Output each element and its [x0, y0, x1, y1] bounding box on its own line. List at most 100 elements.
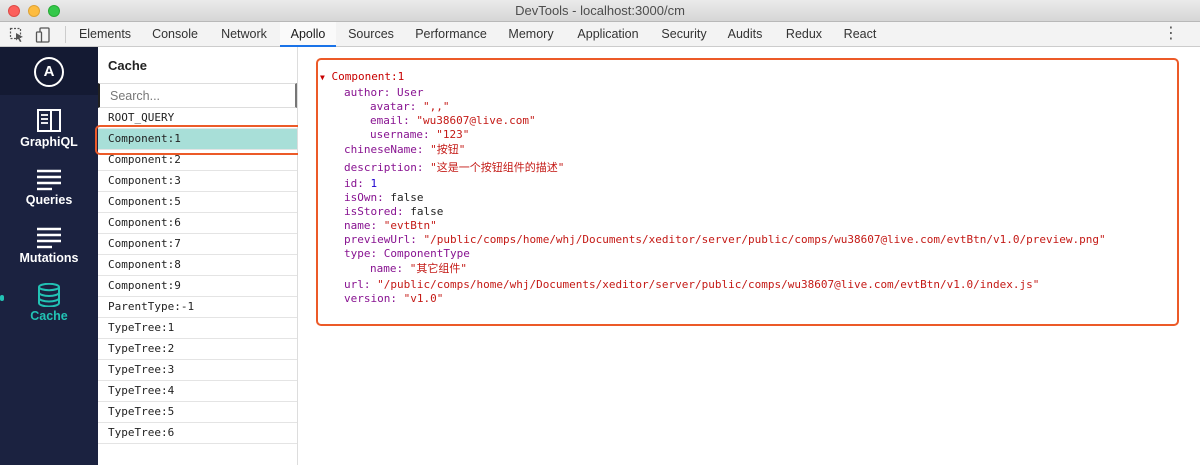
tree-row-username: username: "123" — [370, 128, 469, 142]
apollo-sidebar: A GraphiQL Queries Mutations Cache — [0, 47, 98, 465]
field-type[interactable]: User — [397, 86, 424, 99]
devtools-tab-bar: Elements Console Network Apollo Sources … — [0, 22, 1200, 47]
tree-row-id: id: 1 — [344, 177, 377, 191]
sidebar-item-label: Mutations — [19, 251, 79, 265]
cache-item[interactable]: Component:7 — [98, 234, 297, 255]
field-value: "123" — [436, 128, 470, 141]
cache-panel-title: Cache — [108, 58, 148, 73]
cache-item[interactable]: Component:5 — [98, 192, 297, 213]
field-key: avatar: — [370, 100, 417, 113]
tree-row-author: author: User — [344, 86, 423, 100]
cache-item[interactable]: TypeTree:5 — [98, 402, 297, 423]
expand-triangle-icon[interactable]: ▼ — [320, 73, 325, 82]
field-key: previewUrl: — [344, 233, 417, 246]
minimize-window-button[interactable] — [28, 5, 40, 17]
cache-panel: Cache ROOT_QUERY Component:1 Component:2… — [98, 47, 298, 465]
tab-redux[interactable]: Redux — [776, 22, 832, 47]
tab-performance[interactable]: Performance — [406, 22, 496, 47]
tab-react[interactable]: React — [836, 22, 884, 47]
field-key: email: — [370, 114, 410, 127]
field-value: "evtBtn" — [383, 219, 437, 232]
window-title-bar: DevTools - localhost:3000/cm — [0, 0, 1200, 22]
close-window-button[interactable] — [8, 5, 20, 17]
field-key: version: — [344, 292, 397, 305]
field-value: "v1.0" — [403, 292, 444, 305]
sidebar-item-label: Cache — [30, 309, 68, 323]
tab-application[interactable]: Application — [566, 22, 650, 47]
field-value: "这是一个按钮组件的描述" — [430, 161, 565, 174]
field-value: false — [410, 205, 444, 218]
device-toggle-icon[interactable] — [35, 27, 51, 43]
field-key: description: — [344, 161, 424, 174]
sidebar-item-label: GraphiQL — [20, 135, 78, 149]
window-title: DevTools - localhost:3000/cm — [515, 3, 685, 18]
field-value: "/public/comps/home/whj/Documents/xedito… — [423, 233, 1106, 246]
sidebar-item-queries[interactable]: Queries — [0, 159, 98, 217]
database-icon — [38, 283, 60, 307]
field-key: isStored: — [344, 205, 404, 218]
tree-row-type: type: ComponentType — [344, 247, 470, 261]
tab-elements[interactable]: Elements — [72, 22, 138, 47]
tree-row-url: url: "/public/comps/home/whj/Documents/x… — [344, 278, 1039, 292]
cursor-select-icon[interactable] — [9, 27, 25, 43]
cache-item[interactable]: TypeTree:2 — [98, 339, 297, 360]
tab-sources[interactable]: Sources — [340, 22, 402, 47]
tree-row-name: name: "evtBtn" — [344, 219, 437, 233]
sidebar-item-label: Queries — [25, 193, 73, 207]
tree-root-row[interactable]: ▼ Component:1 — [320, 70, 404, 84]
cache-item[interactable]: TypeTree:6 — [98, 423, 297, 444]
apollo-logo: A — [0, 47, 98, 95]
vertical-ellipsis-icon[interactable]: ⋮ — [1163, 25, 1179, 43]
tab-memory[interactable]: Memory — [500, 22, 562, 47]
field-value: "/public/comps/home/whj/Documents/xedito… — [377, 278, 1040, 291]
tree-row-avatar: avatar: "‚‚" — [370, 100, 449, 114]
mutations-icon — [37, 227, 61, 249]
toolbar-divider — [65, 26, 66, 43]
field-key: isOwn: — [344, 191, 384, 204]
field-key: name: — [344, 219, 378, 232]
field-key: author: — [344, 86, 391, 99]
field-key: type: — [344, 247, 378, 260]
tree-row-version: version: "v1.0" — [344, 292, 443, 306]
field-value: false — [390, 191, 424, 204]
field-key: name: — [370, 262, 404, 275]
cache-item[interactable]: Component:3 — [98, 171, 297, 192]
tab-apollo[interactable]: Apollo — [280, 22, 336, 47]
sidebar-item-graphiql[interactable]: GraphiQL — [0, 101, 98, 159]
selection-highlight-annotation — [95, 125, 305, 155]
search-input[interactable] — [98, 83, 297, 108]
apollo-logo-icon: A — [34, 57, 64, 87]
field-value: 1 — [370, 177, 378, 190]
tree-row-isstored: isStored: false — [344, 205, 443, 219]
zoom-window-button[interactable] — [48, 5, 60, 17]
cache-item[interactable]: TypeTree:3 — [98, 360, 297, 381]
graphiql-icon — [37, 109, 61, 132]
sidebar-item-cache[interactable]: Cache — [0, 275, 98, 333]
field-key: chineseName: — [344, 143, 424, 156]
cache-item[interactable]: Component:8 — [98, 255, 297, 276]
tab-audits[interactable]: Audits — [718, 22, 772, 47]
field-value: "‚‚" — [422, 100, 450, 113]
tree-row-type-name: name: "其它组件" — [370, 262, 467, 276]
tree-row-previewurl: previewUrl: "/public/comps/home/whj/Docu… — [344, 233, 1106, 247]
field-type[interactable]: ComponentType — [384, 247, 470, 260]
field-key: id: — [344, 177, 364, 190]
tab-network[interactable]: Network — [212, 22, 276, 47]
field-key: username: — [370, 128, 430, 141]
sidebar-item-mutations[interactable]: Mutations — [0, 217, 98, 275]
field-value: "wu38607@live.com" — [416, 114, 536, 127]
cache-item[interactable]: ParentType:-1 — [98, 297, 297, 318]
tree-row-email: email: "wu38607@live.com" — [370, 114, 536, 128]
tab-console[interactable]: Console — [142, 22, 208, 47]
cache-item[interactable]: TypeTree:4 — [98, 381, 297, 402]
cache-key-list: ROOT_QUERY Component:1 Component:2 Compo… — [98, 108, 297, 444]
field-value: "按钮" — [430, 143, 466, 156]
cache-item[interactable]: Component:9 — [98, 276, 297, 297]
tab-security[interactable]: Security — [654, 22, 714, 47]
tree-row-chinesename: chineseName: "按钮" — [344, 143, 465, 157]
field-key: url: — [344, 278, 371, 291]
queries-icon — [37, 169, 61, 191]
active-indicator — [0, 295, 4, 301]
cache-item[interactable]: Component:6 — [98, 213, 297, 234]
cache-item[interactable]: TypeTree:1 — [98, 318, 297, 339]
